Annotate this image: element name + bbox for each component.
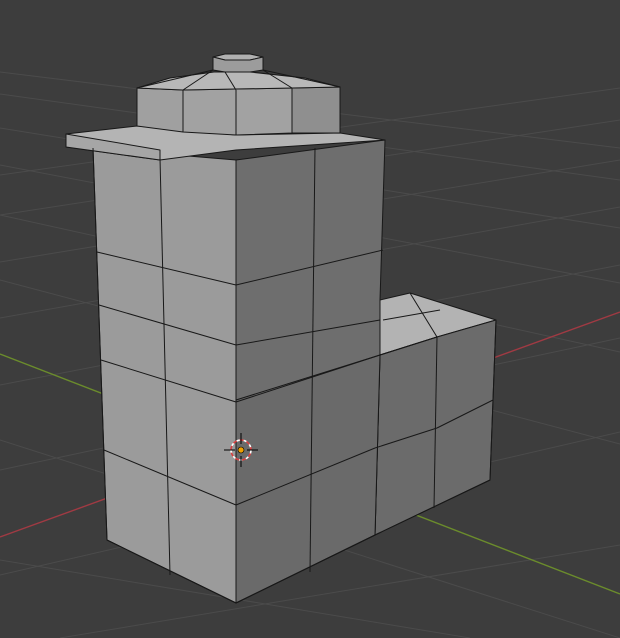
mesh-face-cap-right <box>291 86 341 134</box>
mesh-face-cap-mid <box>182 87 293 136</box>
viewport-canvas[interactable] <box>0 0 620 638</box>
3d-viewport[interactable] <box>0 0 620 638</box>
mesh-face-cap-front <box>136 87 184 133</box>
mesh-face-front <box>92 147 237 604</box>
